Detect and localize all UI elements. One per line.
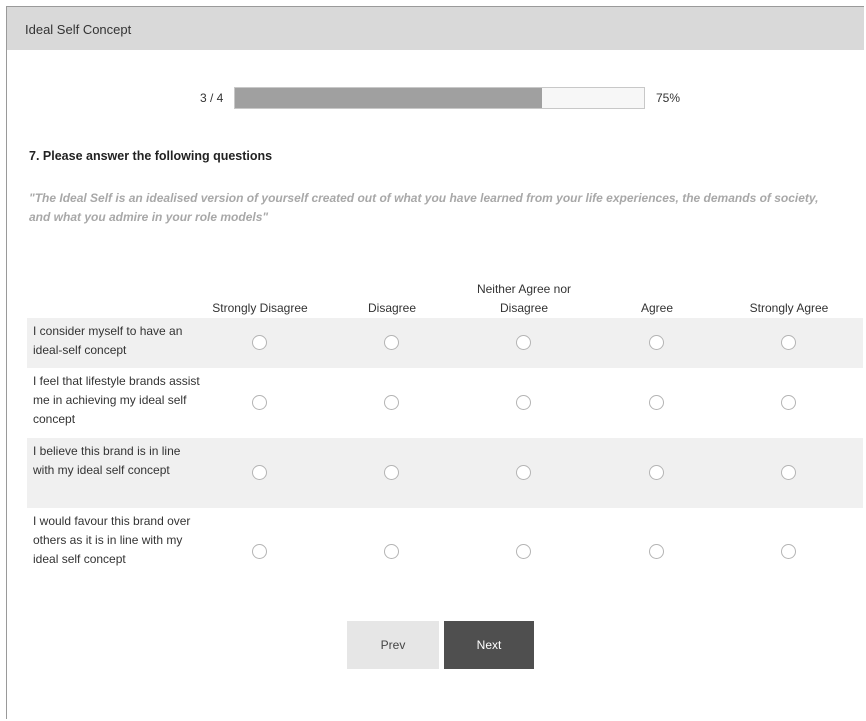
likert-radio[interactable] <box>781 335 796 350</box>
matrix-row: I would favour this brand over others as… <box>27 508 863 596</box>
question-title: 7. Please answer the following questions <box>29 149 273 163</box>
survey-frame: Ideal Self Concept 3 / 4 75% 7. Please a… <box>6 6 864 719</box>
likert-radio[interactable] <box>516 544 531 559</box>
likert-radio[interactable] <box>516 395 531 410</box>
likert-matrix: Strongly Disagree Disagree Neither Agree n… <box>27 272 863 596</box>
likert-radio[interactable] <box>781 395 796 410</box>
matrix-row: I feel that lifestyle brands assist me i… <box>27 368 863 438</box>
likert-radio[interactable] <box>252 465 267 480</box>
progress-row: 3 / 4 75% <box>7 87 864 111</box>
matrix-row: I believe this brand is in line with my … <box>27 438 863 508</box>
likert-radio[interactable] <box>649 465 664 480</box>
likert-radio[interactable] <box>384 465 399 480</box>
row-statement: I would favour this brand over others as… <box>33 514 191 566</box>
likert-radio[interactable] <box>781 465 796 480</box>
column-header: Neither Agree nor Disagree <box>476 282 572 315</box>
next-button[interactable]: Next <box>444 621 534 669</box>
likert-radio[interactable] <box>384 395 399 410</box>
row-statement: I feel that lifestyle brands assist me i… <box>33 374 200 426</box>
progress-bar <box>234 87 645 109</box>
likert-radio[interactable] <box>649 335 664 350</box>
likert-radio[interactable] <box>252 544 267 559</box>
likert-radio[interactable] <box>252 335 267 350</box>
likert-radio[interactable] <box>649 544 664 559</box>
likert-radio[interactable] <box>649 395 664 410</box>
likert-radio[interactable] <box>252 395 267 410</box>
progress-bar-fill <box>235 88 542 108</box>
matrix-header: Strongly Disagree Disagree Neither Agree n… <box>27 272 863 318</box>
page-header: Ideal Self Concept <box>7 7 864 50</box>
progress-count: 3 / 4 <box>200 91 224 105</box>
prev-button[interactable]: Prev <box>347 621 439 669</box>
matrix-row: I consider myself to have an ideal-self … <box>27 318 863 368</box>
column-header: Strongly Disagree <box>212 301 308 315</box>
progress-percent: 75% <box>656 91 681 105</box>
likert-radio[interactable] <box>384 544 399 559</box>
likert-radio[interactable] <box>781 544 796 559</box>
page-title: Ideal Self Concept <box>25 22 132 37</box>
column-header: Disagree <box>367 301 417 315</box>
question-description: "The Ideal Self is an idealised version … <box>29 191 819 224</box>
row-statement: I consider myself to have an ideal-self … <box>33 324 183 357</box>
likert-radio[interactable] <box>384 335 399 350</box>
row-statement: I believe this brand is in line with my … <box>33 444 181 477</box>
likert-radio[interactable] <box>516 465 531 480</box>
likert-radio[interactable] <box>516 335 531 350</box>
column-header: Strongly Agree <box>749 301 829 315</box>
column-header: Agree <box>640 301 674 315</box>
